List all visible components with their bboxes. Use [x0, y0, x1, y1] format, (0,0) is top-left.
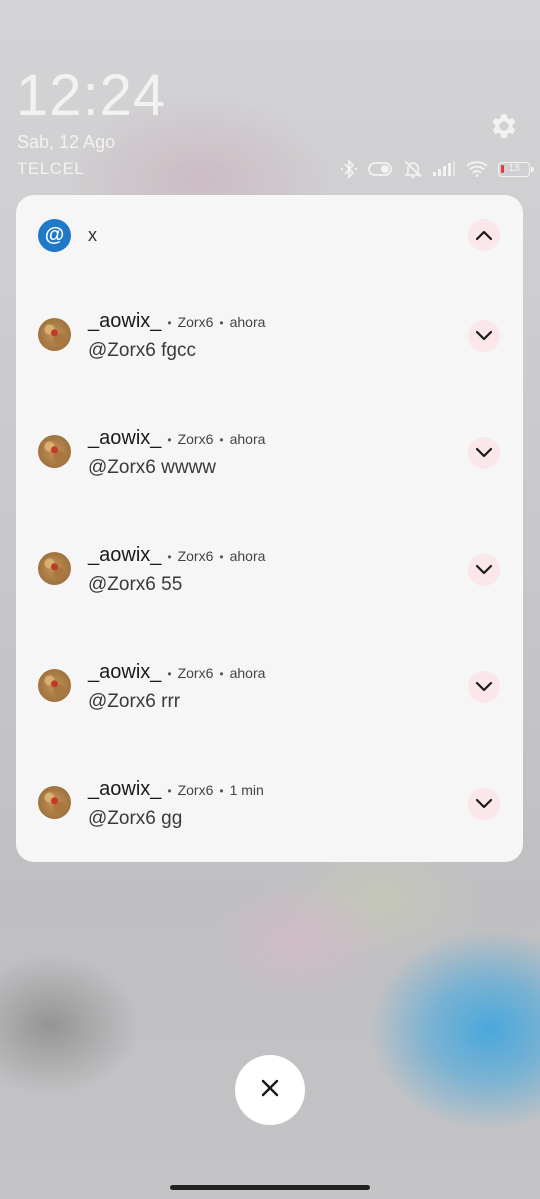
bluetooth-icon — [340, 159, 358, 179]
notification-text: @Zorx6 gg — [88, 808, 183, 829]
home-gesture-bar[interactable] — [170, 1185, 370, 1190]
notification-group-header[interactable]: @ x — [16, 195, 523, 275]
carrier-name: TELCEL — [17, 159, 85, 178]
clear-notifications-button[interactable] — [235, 1055, 305, 1125]
signal-icon — [432, 161, 456, 177]
notification-text: @Zorx6 rrr — [88, 691, 181, 712]
avatar — [38, 786, 71, 819]
expand-chevron-down-icon[interactable] — [468, 320, 500, 352]
separator-dot: • — [219, 784, 224, 798]
notification-account: Zorx6 — [177, 782, 214, 798]
separator-dot: • — [167, 433, 172, 447]
status-area: 12:24 Sab, 12 Ago TELCEL 13 — [0, 0, 540, 195]
avatar — [38, 669, 71, 702]
system-icons: 13 — [340, 157, 534, 181]
notification-time: ahora — [229, 314, 266, 330]
notification-user: _aowix_ — [88, 427, 162, 449]
separator-dot: • — [167, 316, 172, 330]
notification-user: _aowix_ — [88, 661, 162, 683]
notification-time: ahora — [229, 548, 266, 564]
notification-account: Zorx6 — [177, 314, 214, 330]
notification-text: @Zorx6 55 — [88, 574, 183, 595]
notification-text: @Zorx6 fgcc — [88, 340, 196, 361]
notification-item[interactable]: _aowix_ • Zorx6 • ahora @Zorx6 wwww — [16, 415, 523, 532]
toggle-icon — [368, 161, 394, 177]
separator-dot: • — [167, 784, 172, 798]
battery-icon: 13 — [498, 161, 534, 177]
expand-chevron-down-icon[interactable] — [468, 671, 500, 703]
close-icon — [260, 1078, 280, 1103]
notification-text: @Zorx6 wwww — [88, 457, 217, 478]
expand-chevron-down-icon[interactable] — [468, 437, 500, 469]
expand-chevron-down-icon[interactable] — [468, 788, 500, 820]
app-at-icon: @ — [38, 219, 71, 252]
notification-time: 1 min — [229, 782, 264, 798]
separator-dot: • — [219, 667, 224, 681]
notification-item[interactable]: _aowix_ • Zorx6 • ahora @Zorx6 fgcc — [16, 298, 523, 415]
notification-item[interactable]: _aowix_ • Zorx6 • ahora @Zorx6 55 — [16, 532, 523, 649]
notification-account: Zorx6 — [177, 548, 214, 564]
avatar — [38, 435, 71, 468]
settings-gear-icon[interactable] — [488, 110, 520, 142]
notification-time: ahora — [229, 665, 266, 681]
avatar — [38, 552, 71, 585]
separator-dot: • — [167, 667, 172, 681]
app-name: x — [88, 225, 97, 245]
notification-item[interactable]: _aowix_ • Zorx6 • ahora @Zorx6 rrr — [16, 649, 523, 766]
avatar — [38, 318, 71, 351]
wifi-icon — [466, 161, 488, 177]
notification-panel: @ x _aowix_ • Zorx6 • ahora @Zorx6 fgcc … — [16, 195, 523, 862]
clock: 12:24 — [16, 63, 167, 128]
notification-account: Zorx6 — [177, 431, 214, 447]
separator-dot: • — [219, 550, 224, 564]
separator-dot: • — [167, 550, 172, 564]
expand-chevron-down-icon[interactable] — [468, 554, 500, 586]
separator-dot: • — [219, 316, 224, 330]
notification-user: _aowix_ — [88, 544, 162, 566]
notification-time: ahora — [229, 431, 266, 447]
notification-account: Zorx6 — [177, 665, 214, 681]
date: Sab, 12 Ago — [17, 132, 116, 152]
notification-user: _aowix_ — [88, 310, 162, 332]
collapse-chevron-up-icon[interactable] — [468, 219, 500, 251]
notification-item[interactable]: _aowix_ • Zorx6 • 1 min @Zorx6 gg — [16, 766, 523, 883]
bell-muted-icon — [404, 159, 422, 179]
notification-user: _aowix_ — [88, 778, 162, 800]
separator-dot: • — [219, 433, 224, 447]
